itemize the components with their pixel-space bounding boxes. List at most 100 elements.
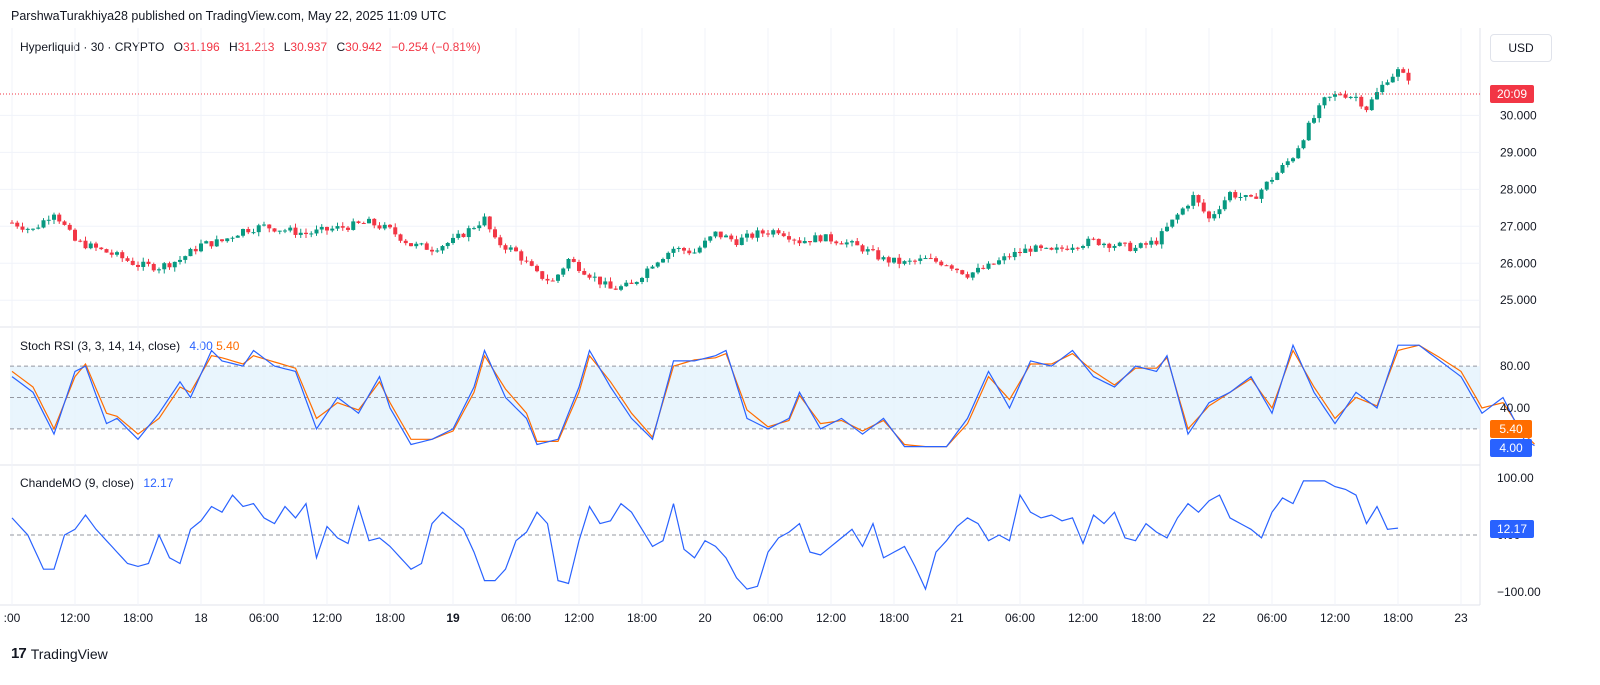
candle-body: [1259, 189, 1264, 199]
candle-body: [892, 257, 896, 263]
candle-body: [241, 228, 245, 236]
candle-body: [220, 239, 224, 242]
candle-body: [1359, 96, 1364, 107]
candle-body: [361, 223, 366, 225]
candle-body: [970, 272, 975, 278]
candle-body: [718, 231, 723, 238]
candle-body: [1060, 247, 1064, 249]
candle-body: [430, 249, 434, 252]
candle-body: [708, 236, 713, 241]
candle-body: [130, 260, 135, 265]
candle-body: [1249, 195, 1253, 197]
tradingview-footer[interactable]: 17 TradingView: [11, 645, 108, 662]
candle-body: [634, 281, 639, 284]
candle-body: [115, 252, 119, 255]
candle-body: [1149, 240, 1154, 245]
candle-body: [792, 239, 797, 241]
candle-body: [356, 221, 361, 224]
candle-body: [1301, 140, 1306, 149]
candle-body: [351, 221, 356, 230]
candle-body: [629, 282, 634, 284]
candle-body: [1007, 256, 1012, 258]
candle-body: [650, 266, 655, 269]
candle-body: [398, 234, 403, 241]
candle-body: [1033, 245, 1038, 252]
candle-body: [10, 222, 14, 224]
price-pane[interactable]: [0, 66, 1480, 292]
candle-body: [1201, 202, 1206, 212]
candle-body: [1343, 94, 1348, 98]
candle-body: [949, 265, 954, 269]
candle-body: [1012, 251, 1017, 258]
candle-body: [1396, 69, 1400, 77]
candle-body: [1254, 196, 1259, 199]
candle-body: [1228, 192, 1232, 201]
stoch-tick-label: 80.00: [1500, 359, 1530, 373]
candle-body: [1133, 247, 1138, 252]
candle-body: [1117, 242, 1122, 246]
candle-body: [619, 286, 623, 290]
candle-body: [1028, 248, 1033, 252]
candle-body: [325, 226, 329, 231]
x-tick-label: 06:00: [753, 611, 783, 625]
x-tick-label: 06:00: [501, 611, 531, 625]
candle-body: [388, 224, 392, 228]
stoch-rsi-pane[interactable]: [10, 343, 1535, 448]
candle-body: [582, 271, 587, 275]
candle-body: [1075, 247, 1080, 249]
candle-body: [1175, 214, 1180, 220]
candle-body: [414, 243, 419, 247]
candle-body: [498, 237, 503, 246]
candle-body: [445, 242, 450, 247]
price-tick-label: 25.000: [1500, 293, 1537, 307]
candle-body: [514, 247, 518, 252]
candle-body: [739, 237, 744, 246]
candle-body: [881, 257, 886, 260]
candle-body: [745, 233, 749, 238]
chandemo-pane[interactable]: [10, 480, 1480, 591]
candle-body: [603, 281, 608, 285]
candle-body: [1054, 247, 1059, 250]
x-tick-label: 18:00: [375, 611, 405, 625]
candle-body: [73, 229, 77, 241]
candle-body: [760, 230, 765, 234]
candle-body: [939, 261, 944, 266]
candle-body: [545, 278, 550, 281]
candle-body: [1217, 209, 1222, 215]
candle-body: [734, 239, 739, 246]
candle-body: [1238, 196, 1243, 198]
x-tick-label: 18:00: [879, 611, 909, 625]
x-tick-label: 12:00: [816, 611, 846, 625]
candle-body: [923, 258, 928, 260]
candle-body: [309, 233, 314, 235]
x-tick-label: 18:00: [1383, 611, 1413, 625]
candle-body: [724, 235, 728, 238]
candle-body: [104, 249, 109, 253]
candle-body: [204, 241, 209, 244]
candle-body: [1390, 76, 1395, 83]
candle-body: [1322, 97, 1327, 106]
candle-body: [451, 237, 455, 243]
tradingview-logo-icon: 17: [11, 645, 27, 662]
candle-body: [960, 270, 965, 275]
candle-body: [41, 220, 46, 228]
candle-body: [855, 241, 860, 246]
candle-body: [183, 256, 188, 260]
candle-body: [1375, 92, 1379, 100]
candle-body: [461, 233, 466, 238]
candle-body: [1002, 256, 1007, 261]
candle-body: [493, 229, 497, 238]
candle-body: [1102, 243, 1106, 246]
candle-body: [52, 214, 56, 220]
price-tick-label: 30.000: [1500, 108, 1537, 122]
candle-body: [787, 236, 791, 240]
candle-body: [1023, 248, 1028, 254]
candle-body: [209, 241, 214, 247]
candle-body: [640, 277, 644, 282]
x-tick-label: 12:00: [312, 611, 342, 625]
candle-body: [1144, 243, 1148, 245]
candle-body: [1070, 247, 1075, 250]
candle-body: [965, 274, 970, 278]
candle-body: [666, 252, 671, 260]
chart-canvas[interactable]: :00 12:00 18:00 18 06:00 12:00 18:00 19 06:00 12:…: [0, 0, 1600, 685]
